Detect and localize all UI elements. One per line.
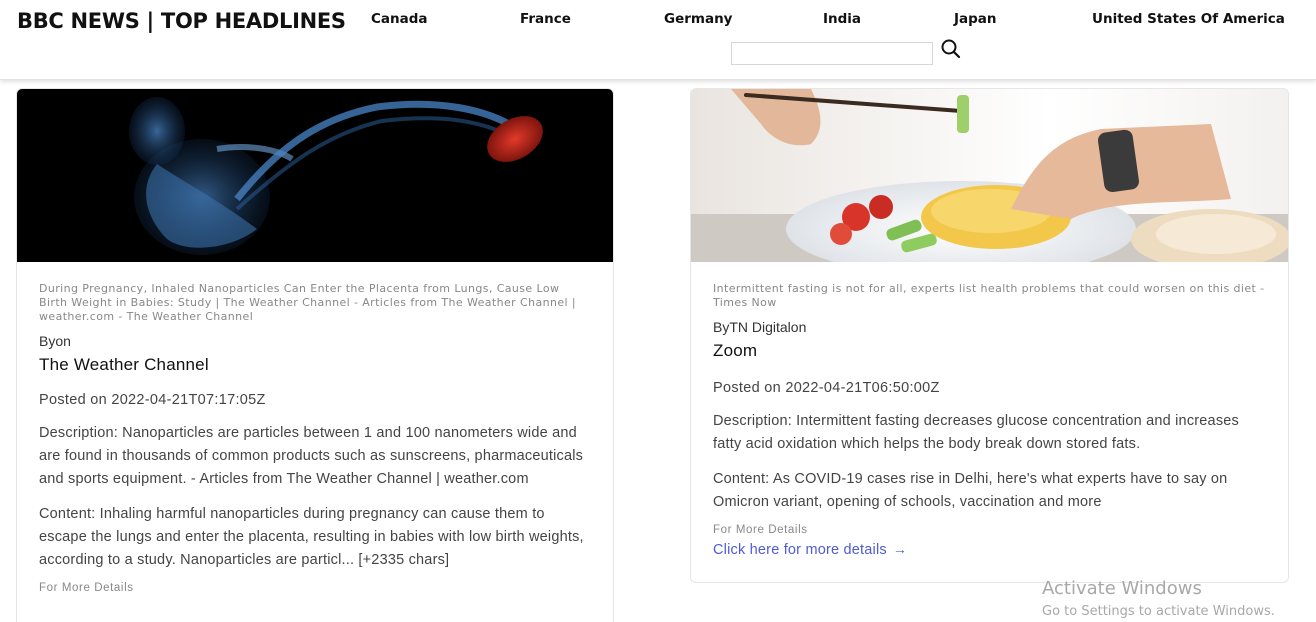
arrow-right-icon: → [892,541,908,557]
top-navbar: BBC NEWS | TOP HEADLINES Canada France G… [0,0,1316,80]
more-details-link-text[interactable]: Click here for more details [713,542,887,558]
article-image[interactable] [691,89,1288,262]
article-title: Intermittent fasting is not for all, exp… [713,282,1265,309]
search-icon [941,39,961,59]
brand-title[interactable]: BBC NEWS | TOP HEADLINES [17,9,346,33]
article-content: Content: As COVID-19 cases rise in Delhi… [713,471,1228,510]
more-details-label: For More Details [713,524,808,536]
nav-link-canada[interactable]: Canada [371,11,428,27]
news-card: Intermittent fasting is not for all, exp… [690,88,1289,583]
nav-link-japan[interactable]: Japan [954,11,997,27]
article-author: Byon [39,333,71,349]
search-input[interactable] [731,42,933,65]
nav-link-france[interactable]: France [520,11,571,27]
article-description: Description: Intermittent fasting decrea… [713,413,1239,452]
activate-windows-watermark: Activate Windows Go to Settings to activ… [1042,578,1275,622]
article-title: During Pregnancy, Inhaled Nanoparticles … [39,282,576,323]
article-date: Posted on 2022-04-21T07:17:05Z [39,392,266,408]
nav-link-germany[interactable]: Germany [664,11,732,27]
article-author: ByTN Digitalon [713,319,807,335]
article-date: Posted on 2022-04-21T06:50:00Z [713,380,940,396]
article-source: The Weather Channel [39,355,209,374]
more-details-link[interactable]: Click here for more details → [713,541,907,558]
card-body: During Pregnancy, Inhaled Nanoparticles … [39,282,591,594]
article-source: Zoom [713,341,758,360]
news-card: During Pregnancy, Inhaled Nanoparticles … [16,88,614,622]
card-body: Intermittent fasting is not for all, exp… [713,282,1266,559]
watermark-title: Activate Windows [1042,578,1202,599]
article-description: Description: Nanoparticles are particles… [39,425,584,487]
search-button[interactable] [940,38,962,60]
nav-link-usa[interactable]: United States Of America [1092,11,1285,27]
nav-link-india[interactable]: India [823,11,861,27]
watermark-subtitle: Go to Settings to activate Windows. [1042,604,1275,619]
article-content: Content: Inhaling harmful nanoparticles … [39,506,584,568]
more-details-label: For More Details [39,582,134,594]
article-image[interactable] [17,89,613,262]
